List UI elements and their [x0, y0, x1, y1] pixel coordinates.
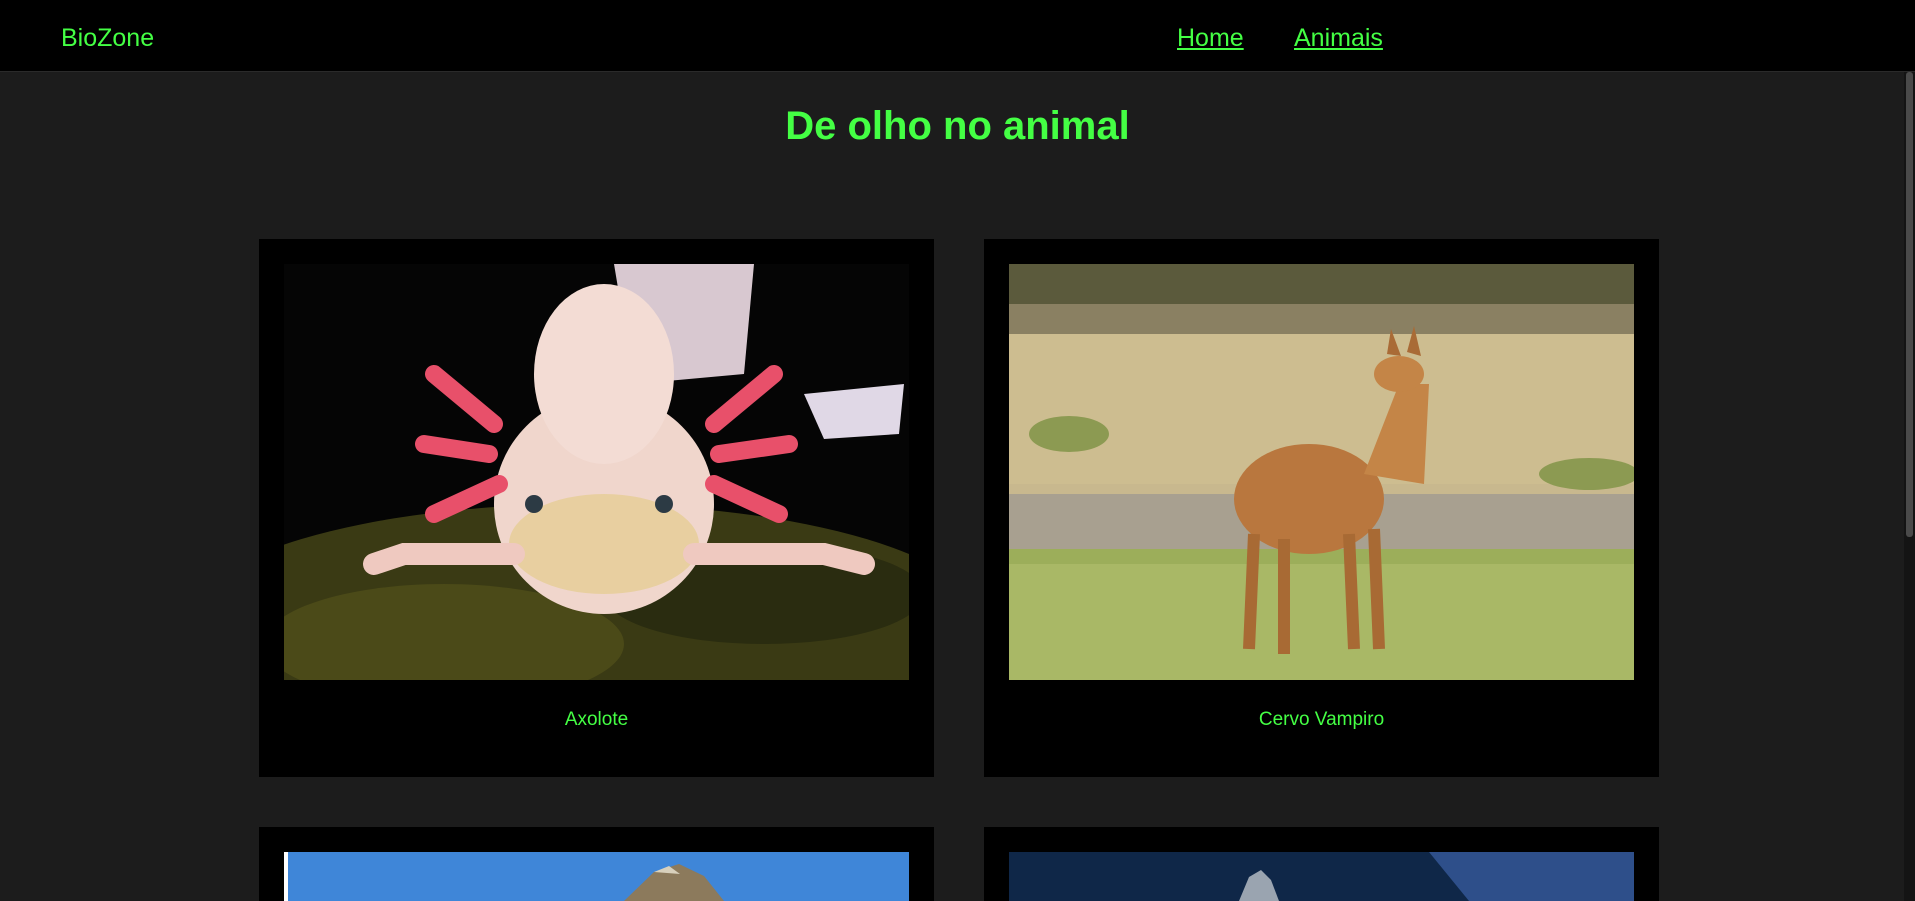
animal-card-4[interactable]: [984, 827, 1659, 901]
rock-animal-photo[interactable]: [284, 852, 909, 901]
nav-link-animais[interactable]: Animais: [1294, 24, 1383, 53]
deep-sea-photo[interactable]: [1009, 852, 1634, 901]
water-deer-photo[interactable]: [1009, 264, 1634, 680]
axolotl-photo[interactable]: [284, 264, 909, 680]
page-title: De olho no animal: [785, 104, 1130, 148]
scrollbar-thumb[interactable]: [1906, 72, 1913, 537]
card-caption: Cervo Vampiro: [1258, 709, 1385, 730]
animal-card-3[interactable]: [259, 827, 934, 901]
nav-link-home[interactable]: Home: [1177, 24, 1244, 53]
top-navbar: BioZone Home Animais: [0, 0, 1915, 72]
animal-card-cervo-vampiro[interactable]: Cervo Vampiro: [984, 239, 1659, 777]
animal-card-axolote[interactable]: Axolote: [259, 239, 934, 777]
brand-logo-link[interactable]: BioZone: [61, 24, 154, 53]
card-caption: Axolote: [564, 709, 629, 730]
page-scrollbar[interactable]: [1904, 72, 1915, 901]
